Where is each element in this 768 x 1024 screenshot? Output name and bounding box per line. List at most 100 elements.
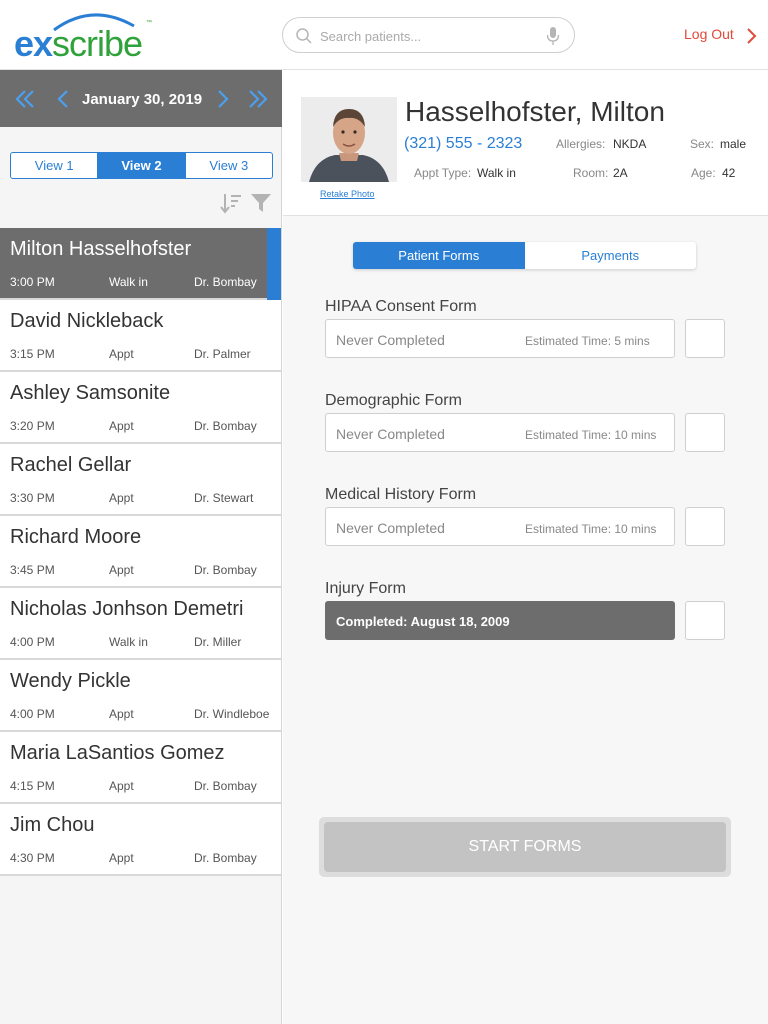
appt-type: Appt (109, 419, 134, 433)
list-item[interactable]: Rachel Gellar 3:30 PM Appt Dr. Stewart (0, 444, 281, 516)
form-status-box[interactable]: Never Completed Estimated Time: 5 mins (325, 319, 675, 358)
logo-trademark: ™ (146, 20, 152, 26)
filter-icon[interactable] (250, 192, 272, 214)
doctor-name: Dr. Bombay (194, 563, 257, 577)
patient-detail-panel: Retake Photo Hasselhofster, Milton (321)… (283, 70, 768, 1024)
view-1-tab[interactable]: View 1 (11, 153, 99, 178)
selected-indicator (267, 228, 281, 300)
logout-link[interactable]: Log Out (684, 26, 734, 42)
start-forms-button[interactable]: START FORMS (324, 822, 726, 872)
double-chevron-left-icon[interactable] (14, 88, 36, 110)
patient-name: Jim Chou (10, 814, 95, 836)
form-title: HIPAA Consent Form (325, 298, 477, 315)
detail-tabs: Patient Forms Payments (353, 242, 696, 269)
patient-name: Rachel Gellar (10, 454, 132, 476)
date-navigator: January 30, 2019 (0, 70, 282, 127)
doctor-name: Dr. Bombay (194, 779, 257, 793)
form-title: Medical History Form (325, 486, 477, 503)
search-input[interactable] (320, 26, 540, 46)
doctor-name: Dr. Bombay (194, 851, 257, 865)
form-estimate: Estimated Time: 10 mins (525, 522, 657, 536)
doctor-name: Dr. Windleboe (194, 707, 270, 721)
form-status-box[interactable]: Completed: August 18, 2009 (325, 601, 675, 640)
logo-ex: ex (14, 23, 53, 64)
sort-icon[interactable] (220, 192, 242, 214)
doctor-name: Dr. Bombay (194, 275, 257, 289)
tab-patient-forms[interactable]: Patient Forms (353, 242, 525, 269)
appt-type: Appt (109, 707, 134, 721)
patient-name: Ashley Samsonite (10, 382, 171, 404)
patient-search[interactable] (282, 17, 575, 53)
app-header: exscribe ™ Log Out (0, 0, 768, 70)
form-status: Never Completed (336, 426, 445, 442)
form-select-checkbox[interactable] (685, 601, 725, 640)
list-item[interactable]: David Nickleback 3:15 PM Appt Dr. Palmer (0, 300, 281, 372)
form-status: Completed: August 18, 2009 (336, 614, 510, 629)
tab-payments[interactable]: Payments (525, 242, 697, 269)
appt-type-value: Walk in (477, 166, 516, 180)
form-status-box[interactable]: Never Completed Estimated Time: 10 mins (325, 507, 675, 546)
appt-type: Appt (109, 779, 134, 793)
patient-list: Milton Hasselhofster 3:00 PM Walk in Dr. Bo… (0, 228, 281, 876)
form-select-checkbox[interactable] (685, 413, 725, 452)
appt-time: 3:30 PM (10, 491, 55, 505)
view-2-tab[interactable]: View 2 (98, 153, 186, 178)
doctor-name: Dr. Palmer (194, 347, 251, 361)
patient-header: Retake Photo Hasselhofster, Milton (321)… (283, 70, 768, 216)
view-3-tab[interactable]: View 3 (186, 153, 272, 178)
list-item[interactable]: Nicholas Jonhson Demetri 4:00 PM Walk in Dr… (0, 588, 281, 660)
appt-time: 4:00 PM (10, 707, 55, 721)
start-forms-container: START FORMS (319, 817, 731, 877)
current-date[interactable]: January 30, 2019 (82, 91, 202, 108)
list-item[interactable]: Maria LaSantios Gomez 4:15 PM Appt Dr. Bomb… (0, 732, 281, 804)
doctor-name: Dr. Stewart (194, 491, 254, 505)
patient-name: Wendy Pickle (10, 670, 131, 692)
age-label: Age: (691, 166, 716, 180)
retake-photo-link[interactable]: Retake Photo (320, 189, 375, 199)
appt-time: 3:00 PM (10, 275, 55, 289)
chevron-left-icon[interactable] (52, 88, 74, 110)
doctor-name: Dr. Bombay (194, 419, 257, 433)
double-chevron-right-icon[interactable] (247, 88, 269, 110)
patient-phone[interactable]: (321) 555 - 2323 (404, 135, 522, 153)
appt-time: 3:45 PM (10, 563, 55, 577)
exscribe-logo: exscribe ™ (14, 8, 164, 64)
doctor-name: Dr. Miller (194, 635, 242, 649)
allergies-value: NKDA (613, 137, 647, 151)
form-select-checkbox[interactable] (685, 319, 725, 358)
list-item[interactable]: Milton Hasselhofster 3:00 PM Walk in Dr. Bo… (0, 228, 281, 300)
age-value: 42 (722, 166, 736, 180)
allergies-label: Allergies: (556, 137, 606, 151)
form-estimate: Estimated Time: 10 mins (525, 428, 657, 442)
list-item[interactable]: Wendy Pickle 4:00 PM Appt Dr. Windleboe (0, 660, 281, 732)
patient-name: Richard Moore (10, 526, 142, 548)
appt-time: 3:15 PM (10, 347, 55, 361)
appt-type-label: Appt Type: (414, 166, 472, 180)
form-estimate: Estimated Time: 5 mins (525, 334, 650, 348)
microphone-icon[interactable] (546, 26, 560, 46)
appt-time: 4:30 PM (10, 851, 55, 865)
appt-type: Appt (109, 563, 134, 577)
patient-name: David Nickleback (10, 310, 164, 332)
appt-type: Appt (109, 491, 134, 505)
chevron-right-icon[interactable] (212, 88, 234, 110)
schedule-panel: January 30, 2019 View 1 View 2 View 3 Mi… (0, 70, 282, 1024)
sex-value: male (720, 137, 747, 151)
form-status-box[interactable]: Never Completed Estimated Time: 10 mins (325, 413, 675, 452)
chevron-right-icon[interactable] (744, 27, 758, 45)
patient-name: Milton Hasselhofster (10, 238, 192, 260)
room-value: 2A (613, 166, 628, 180)
appt-type: Walk in (109, 275, 148, 289)
room-label: Room: (573, 166, 609, 180)
patient-photo (301, 97, 397, 182)
sex-label: Sex: (690, 137, 715, 151)
form-select-checkbox[interactable] (685, 507, 725, 546)
list-item[interactable]: Ashley Samsonite 3:20 PM Appt Dr. Bombay (0, 372, 281, 444)
list-item[interactable]: Richard Moore 3:45 PM Appt Dr. Bombay (0, 516, 281, 588)
form-status: Never Completed (336, 332, 445, 348)
patient-name: Hasselhofster, Milton (405, 96, 665, 127)
search-icon (296, 28, 312, 44)
list-item[interactable]: Jim Chou 4:30 PM Appt Dr. Bombay (0, 804, 281, 876)
appt-type: Appt (109, 851, 134, 865)
view-switcher: View 1 View 2 View 3 (10, 152, 273, 179)
